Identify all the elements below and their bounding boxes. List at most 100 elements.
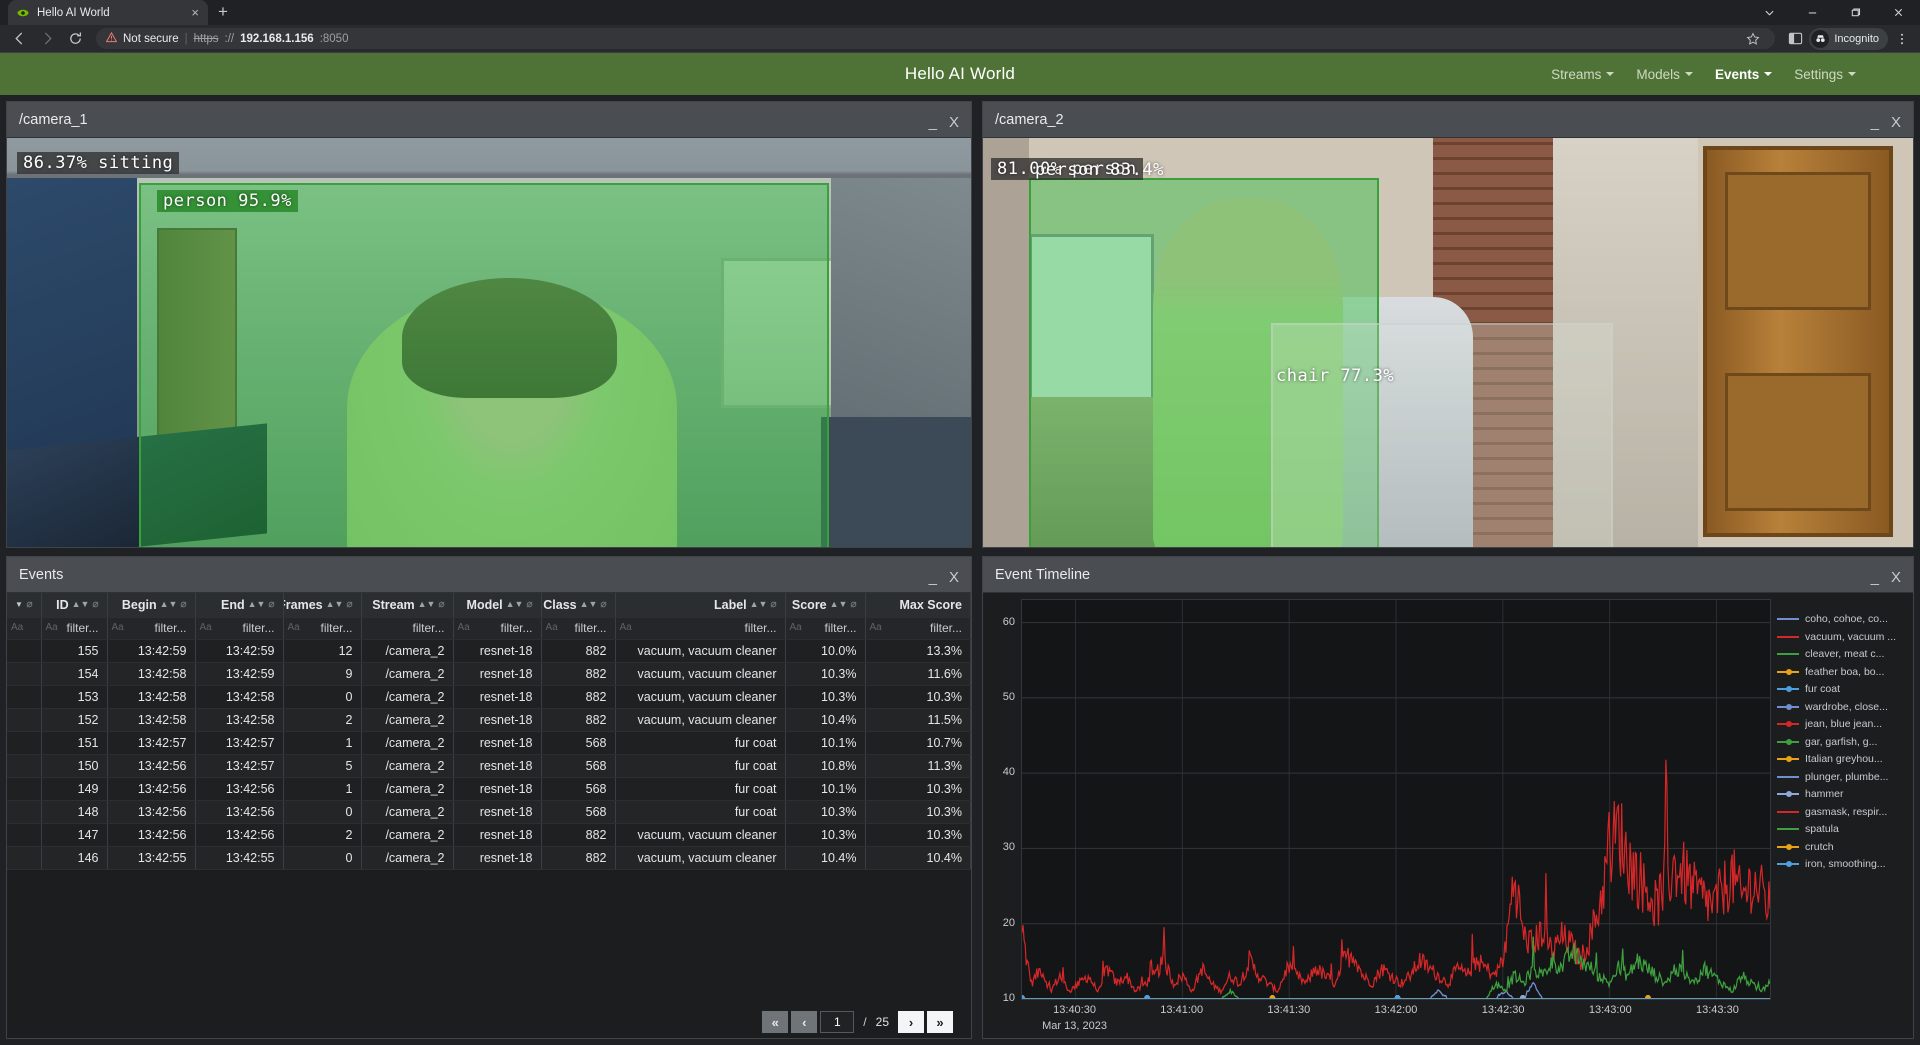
legend-item[interactable]: crutch bbox=[1777, 841, 1909, 853]
row-select-cell[interactable] bbox=[7, 846, 41, 869]
select-all-column[interactable]: ▼ ⌀ bbox=[7, 593, 41, 617]
legend-item[interactable]: gasmask, respir... bbox=[1777, 806, 1909, 818]
sort-icon[interactable]: ▲▼ bbox=[248, 600, 266, 609]
kebab-menu-icon[interactable] bbox=[1890, 27, 1914, 51]
row-select-cell[interactable] bbox=[7, 708, 41, 731]
filter-input-stream[interactable]: filter... bbox=[361, 617, 453, 639]
column-header-score[interactable]: Score▲▼⌀ bbox=[785, 593, 865, 617]
column-header-class[interactable]: Class▲▼⌀ bbox=[541, 593, 615, 617]
camera-1-view[interactable]: 86.37% sitting person 95.9% bbox=[7, 138, 971, 547]
table-row[interactable]: 14913:42:5613:42:561/camera_2resnet-1856… bbox=[7, 777, 971, 800]
table-row[interactable]: 14813:42:5613:42:560/camera_2resnet-1856… bbox=[7, 800, 971, 823]
profile-incognito-button[interactable]: Incognito bbox=[1809, 28, 1888, 50]
forward-icon[interactable] bbox=[34, 26, 60, 52]
camera-2-view[interactable]: 81.00% person person 83.4% chair 77.3% bbox=[983, 138, 1913, 547]
case-sensitivity-icon[interactable]: Aa bbox=[46, 622, 58, 633]
nav-item-streams[interactable]: Streams bbox=[1551, 67, 1614, 82]
legend-item[interactable]: wardrobe, close... bbox=[1777, 701, 1909, 713]
row-select-cell[interactable] bbox=[7, 754, 41, 777]
table-row[interactable]: 15113:42:5713:42:571/camera_2resnet-1856… bbox=[7, 731, 971, 754]
minimize-window-icon[interactable] bbox=[1791, 0, 1834, 25]
case-sensitivity-icon[interactable]: Aa bbox=[288, 622, 300, 633]
column-header-id[interactable]: ID▲▼⌀ bbox=[41, 593, 107, 617]
legend-item[interactable]: spatula bbox=[1777, 823, 1909, 835]
case-sensitivity-icon[interactable]: Aa bbox=[870, 622, 882, 633]
row-select-cell[interactable] bbox=[7, 662, 41, 685]
legend-item[interactable]: vacuum, vacuum ... bbox=[1777, 631, 1909, 643]
column-header-begin[interactable]: Begin▲▼⌀ bbox=[107, 593, 195, 617]
panel-camera-2-body[interactable]: 81.00% person person 83.4% chair 77.3% bbox=[983, 138, 1913, 547]
row-select-cell[interactable] bbox=[7, 685, 41, 708]
legend-item[interactable]: feather boa, bo... bbox=[1777, 666, 1909, 678]
case-sensitivity-icon[interactable]: Aa bbox=[790, 622, 802, 633]
close-icon[interactable]: X bbox=[1891, 571, 1901, 585]
table-row[interactable]: 15013:42:5613:42:575/camera_2resnet-1856… bbox=[7, 754, 971, 777]
filter-input-model[interactable]: Aafilter... bbox=[453, 617, 541, 639]
table-row[interactable]: 15513:42:5913:42:5912/camera_2resnet-188… bbox=[7, 639, 971, 662]
row-select-cell[interactable] bbox=[7, 777, 41, 800]
row-select-cell[interactable] bbox=[7, 823, 41, 846]
legend-item[interactable]: fur coat bbox=[1777, 683, 1909, 695]
row-select-cell[interactable] bbox=[7, 731, 41, 754]
chevron-down-icon[interactable]: ▼ bbox=[15, 600, 23, 609]
filter-off-icon[interactable]: ⌀ bbox=[268, 599, 274, 610]
filter-off-icon[interactable]: ⌀ bbox=[346, 599, 352, 610]
star-icon[interactable] bbox=[1741, 27, 1765, 51]
filter-off-icon[interactable]: ⌀ bbox=[600, 599, 606, 610]
sort-icon[interactable]: ▲▼ bbox=[72, 600, 90, 609]
new-tab-button[interactable]: + bbox=[218, 2, 228, 22]
legend-item[interactable]: plunger, plumbe... bbox=[1777, 771, 1909, 783]
table-row[interactable]: 15213:42:5813:42:582/camera_2resnet-1888… bbox=[7, 708, 971, 731]
prev-page-button[interactable]: ‹ bbox=[791, 1011, 817, 1033]
close-icon[interactable]: X bbox=[1891, 116, 1901, 130]
browser-tab[interactable]: Hello AI World × bbox=[8, 0, 208, 25]
nav-item-events[interactable]: Events bbox=[1715, 67, 1772, 82]
filter-input-end[interactable]: Aafilter... bbox=[195, 617, 283, 639]
close-icon[interactable]: X bbox=[949, 571, 959, 585]
legend-item[interactable]: gar, garfish, g... bbox=[1777, 736, 1909, 748]
filter-off-icon[interactable]: ⌀ bbox=[26, 599, 32, 610]
column-header-end[interactable]: End▲▼⌀ bbox=[195, 593, 283, 617]
first-page-button[interactable]: « bbox=[762, 1011, 788, 1033]
filter-input-frames[interactable]: Aafilter... bbox=[283, 617, 361, 639]
sort-icon[interactable]: ▲▼ bbox=[830, 600, 848, 609]
case-sensitivity-icon[interactable]: Aa bbox=[11, 622, 23, 633]
close-tab-icon[interactable]: × bbox=[191, 6, 199, 19]
table-row[interactable]: 15413:42:5813:42:599/camera_2resnet-1888… bbox=[7, 662, 971, 685]
sort-icon[interactable]: ▲▼ bbox=[750, 600, 768, 609]
table-row[interactable]: 14613:42:5513:42:550/camera_2resnet-1888… bbox=[7, 846, 971, 869]
close-window-icon[interactable] bbox=[1877, 0, 1920, 25]
column-header-model[interactable]: Model▲▼⌀ bbox=[453, 593, 541, 617]
filter-input-id[interactable]: Aafilter... bbox=[41, 617, 107, 639]
minimize-icon[interactable]: _ bbox=[1871, 571, 1879, 585]
filter-cell-select[interactable]: Aa bbox=[7, 617, 41, 639]
legend-item[interactable]: hammer bbox=[1777, 788, 1909, 800]
legend-item[interactable]: cleaver, meat c... bbox=[1777, 648, 1909, 660]
filter-input-max-score[interactable]: Aafilter... bbox=[865, 617, 971, 639]
table-row[interactable]: 15313:42:5813:42:580/camera_2resnet-1888… bbox=[7, 685, 971, 708]
case-sensitivity-icon[interactable]: Aa bbox=[112, 622, 124, 633]
sort-icon[interactable]: ▲▼ bbox=[506, 600, 524, 609]
maximize-window-icon[interactable] bbox=[1834, 0, 1877, 25]
filter-input-class[interactable]: Aafilter... bbox=[541, 617, 615, 639]
minimize-icon[interactable]: _ bbox=[929, 116, 937, 130]
legend-item[interactable]: iron, smoothing... bbox=[1777, 858, 1909, 870]
column-header-stream[interactable]: Stream▲▼⌀ bbox=[361, 593, 453, 617]
filter-input-label[interactable]: Aafilter... bbox=[615, 617, 785, 639]
minimize-icon[interactable]: _ bbox=[1871, 116, 1879, 130]
nav-item-settings[interactable]: Settings bbox=[1794, 67, 1856, 82]
reload-icon[interactable] bbox=[62, 26, 88, 52]
legend-item[interactable]: coho, cohoe, co... bbox=[1777, 613, 1909, 625]
last-page-button[interactable]: » bbox=[927, 1011, 953, 1033]
panel-camera-1-body[interactable]: 86.37% sitting person 95.9% bbox=[7, 138, 971, 547]
next-page-button[interactable]: › bbox=[898, 1011, 924, 1033]
filter-off-icon[interactable]: ⌀ bbox=[526, 599, 532, 610]
filter-off-icon[interactable]: ⌀ bbox=[92, 599, 98, 610]
table-row[interactable]: 14713:42:5613:42:562/camera_2resnet-1888… bbox=[7, 823, 971, 846]
sort-icon[interactable]: ▲▼ bbox=[326, 600, 344, 609]
legend-item[interactable]: jean, blue jean... bbox=[1777, 718, 1909, 730]
side-panel-icon[interactable] bbox=[1783, 27, 1807, 51]
filter-off-icon[interactable]: ⌀ bbox=[770, 599, 776, 610]
nav-item-models[interactable]: Models bbox=[1636, 67, 1693, 82]
sort-icon[interactable]: ▲▼ bbox=[580, 600, 598, 609]
